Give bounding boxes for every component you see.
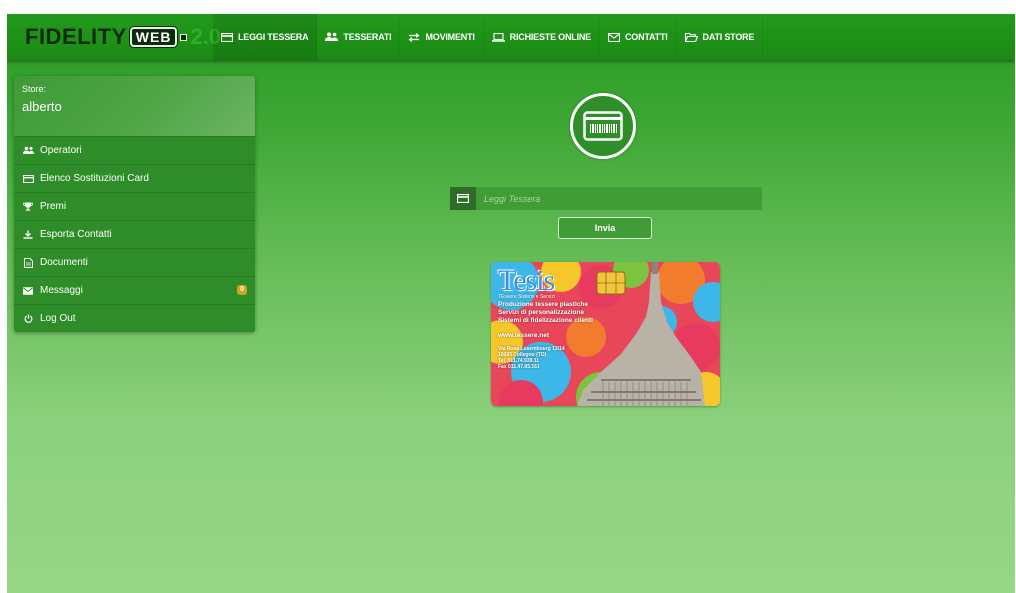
- main-nav: LEGGI TESSERA TESSERATI MOVIMENTI RICHIE…: [213, 14, 764, 60]
- promo-address-line: Fax 011.47.85.161: [498, 364, 540, 370]
- sidebar-item-label: Elenco Sostituzioni Card: [40, 173, 149, 184]
- promo-services: Produzione tessere plastiche Servizi di …: [498, 301, 593, 325]
- store-label: Store:: [22, 84, 47, 94]
- laptop-icon: [491, 32, 505, 42]
- power-icon: [22, 314, 34, 323]
- sidebar-item-documenti[interactable]: Documenti: [14, 248, 255, 276]
- promo-line: Produzione tessere plastiche: [498, 301, 588, 308]
- sidebar: Store: alberto Operatori Elenco Sostituz…: [14, 76, 255, 332]
- submit-button[interactable]: Invia: [558, 217, 652, 239]
- promo-line: Servizi di personalizzazione: [498, 309, 584, 316]
- sidebar-item-label: Operatori: [40, 145, 82, 156]
- nav-label: DATI STORE: [702, 32, 755, 42]
- barcode-card-icon: [570, 93, 636, 159]
- exchange-icon: [408, 32, 420, 42]
- messages-count-badge: 0: [237, 285, 247, 295]
- users-icon: [22, 146, 34, 155]
- promo-website: www.tessere.net: [498, 332, 550, 339]
- sidebar-item-label: Log Out: [40, 313, 76, 324]
- folder-open-icon: [684, 32, 698, 42]
- brand-logo[interactable]: FIDELITY WEB 2.0: [25, 24, 221, 50]
- nav-tesserati[interactable]: TESSERATI: [317, 14, 401, 60]
- envelope-icon: [22, 286, 34, 295]
- nav-richieste-online[interactable]: RICHIESTE ONLINE: [484, 14, 600, 60]
- nav-label: MOVIMENTI: [425, 32, 475, 42]
- nav-contatti[interactable]: CONTATTI: [600, 14, 677, 60]
- credit-card-icon: [450, 187, 476, 210]
- store-name: alberto: [22, 99, 62, 114]
- nav-label: LEGGI TESSERA: [238, 32, 309, 42]
- credit-card-icon: [22, 174, 34, 183]
- nav-movimenti[interactable]: MOVIMENTI: [400, 14, 484, 60]
- nav-label: TESSERATI: [343, 32, 392, 42]
- promo-logo: Tesis: [498, 264, 555, 297]
- envelope-icon: [607, 32, 620, 42]
- nav-label: CONTATTI: [624, 32, 668, 42]
- document-icon: [22, 257, 34, 268]
- sidebar-item-label: Documenti: [40, 257, 88, 268]
- trophy-icon: [22, 202, 34, 211]
- sidebar-item-elenco-sostituzioni[interactable]: Elenco Sostituzioni Card: [14, 164, 255, 192]
- sidebar-item-premi[interactable]: Premi: [14, 192, 255, 220]
- promo-subtitle: TEssere Sistemi e Servizi: [498, 294, 555, 300]
- nav-dati-store[interactable]: DATI STORE: [677, 14, 764, 60]
- brand-dot-icon: [180, 33, 188, 41]
- app-frame: FIDELITY WEB 2.0 LEGGI TESSERA TESSERATI: [7, 14, 1015, 593]
- sidebar-item-label: Esporta Contatti: [40, 229, 112, 240]
- card-number-input[interactable]: [476, 187, 762, 210]
- sidebar-item-label: Messaggi: [40, 285, 83, 296]
- credit-card-icon: [221, 32, 233, 42]
- download-icon: [22, 230, 34, 239]
- sidebar-item-operatori[interactable]: Operatori: [14, 136, 255, 164]
- sidebar-item-label: Premi: [40, 201, 67, 212]
- brand-web-badge: WEB: [129, 27, 178, 47]
- nav-label: RICHIESTE ONLINE: [509, 32, 592, 42]
- top-navbar: FIDELITY WEB 2.0 LEGGI TESSERA TESSERATI: [7, 14, 1015, 60]
- brand-name: FIDELITY: [25, 24, 127, 49]
- store-panel: Store: alberto: [14, 76, 255, 136]
- promo-line: Sistemi di fidelizzazione clienti: [498, 317, 593, 324]
- sidebar-item-esporta-contatti[interactable]: Esporta Contatti: [14, 220, 255, 248]
- nav-leggi-tessera[interactable]: LEGGI TESSERA: [213, 14, 318, 60]
- sidebar-item-log-out[interactable]: Log Out: [14, 304, 255, 332]
- users-icon: [325, 32, 339, 42]
- card-reader-input-group: [450, 187, 762, 210]
- promo-card-image: Tesis TEssere Sistemi e Servizi Produzio…: [491, 262, 720, 406]
- sidebar-item-messaggi[interactable]: Messaggi 0: [14, 276, 255, 304]
- promo-address: Via Rosa Lusembourg 12/14 10093 Collegno…: [498, 346, 565, 370]
